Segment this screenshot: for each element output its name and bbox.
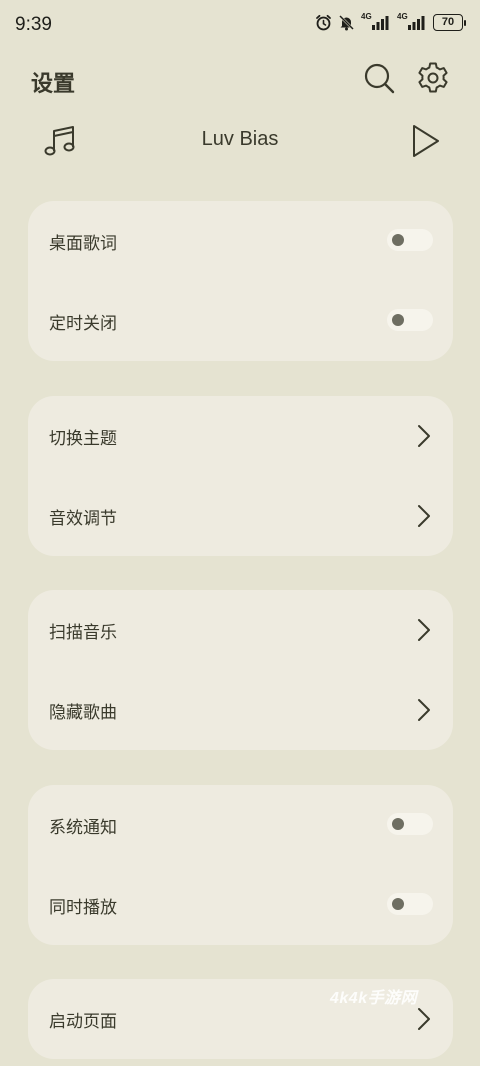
simultaneous-play-toggle[interactable] xyxy=(387,893,433,915)
battery-level: 70 xyxy=(433,14,463,31)
setting-label: 音效调节 xyxy=(49,509,117,529)
toggle-knob xyxy=(392,314,404,326)
settings-card-appearance: 切换主题 音效调节 xyxy=(28,396,453,556)
settings-card-playback: 系统通知 同时播放 xyxy=(28,785,453,945)
setting-label: 系统通知 xyxy=(49,818,117,838)
desktop-lyrics-toggle[interactable] xyxy=(387,229,433,251)
setting-switch-theme[interactable]: 切换主题 xyxy=(28,396,453,476)
toggle-knob xyxy=(392,818,404,830)
system-notification-toggle[interactable] xyxy=(387,813,433,835)
bell-off-icon xyxy=(339,15,354,31)
sleep-timer-toggle[interactable] xyxy=(387,309,433,331)
status-time: 9:39 xyxy=(15,14,52,35)
search-icon[interactable] xyxy=(362,61,396,95)
now-playing-bar[interactable]: Luv Bias xyxy=(0,118,480,164)
setting-label: 启动页面 xyxy=(49,1012,117,1032)
header: 设置 xyxy=(0,52,480,112)
toggle-knob xyxy=(392,234,404,246)
gear-icon[interactable] xyxy=(416,61,450,95)
setting-simultaneous-play[interactable]: 同时播放 xyxy=(28,865,453,945)
setting-sound-effects[interactable]: 音效调节 xyxy=(28,476,453,556)
chevron-right-icon xyxy=(418,1008,430,1030)
chevron-right-icon xyxy=(418,619,430,641)
signal-icon: 4G xyxy=(397,12,427,31)
status-bar: 9:39 4G 4G 70 xyxy=(0,0,480,52)
alarm-icon xyxy=(316,14,331,31)
chevron-right-icon xyxy=(418,699,430,721)
setting-label: 同时播放 xyxy=(49,898,117,918)
page-title: 设置 xyxy=(31,72,76,97)
setting-label: 切换主题 xyxy=(49,429,117,449)
setting-label: 隐藏歌曲 xyxy=(49,703,117,723)
setting-desktop-lyrics[interactable]: 桌面歌词 xyxy=(28,201,453,281)
setting-scan-music[interactable]: 扫描音乐 xyxy=(28,590,453,670)
setting-label: 扫描音乐 xyxy=(49,623,117,643)
signal-icon: 4G xyxy=(361,12,391,31)
settings-card-library: 扫描音乐 隐藏歌曲 xyxy=(28,590,453,750)
status-icons: 4G 4G 70 xyxy=(315,12,466,31)
chevron-right-icon xyxy=(418,505,430,527)
setting-sleep-timer[interactable]: 定时关闭 xyxy=(28,281,453,361)
watermark: 4k4k手游网 xyxy=(330,990,418,1007)
setting-label: 桌面歌词 xyxy=(49,234,117,254)
setting-label: 定时关闭 xyxy=(49,314,117,334)
play-icon[interactable] xyxy=(410,123,442,159)
setting-hidden-songs[interactable]: 隐藏歌曲 xyxy=(28,670,453,750)
setting-system-notification[interactable]: 系统通知 xyxy=(28,785,453,865)
song-title: Luv Bias xyxy=(201,128,279,150)
toggle-knob xyxy=(392,898,404,910)
battery-icon: 70 xyxy=(433,14,466,31)
chevron-right-icon xyxy=(418,425,430,447)
settings-card-display: 桌面歌词 定时关闭 xyxy=(28,201,453,361)
